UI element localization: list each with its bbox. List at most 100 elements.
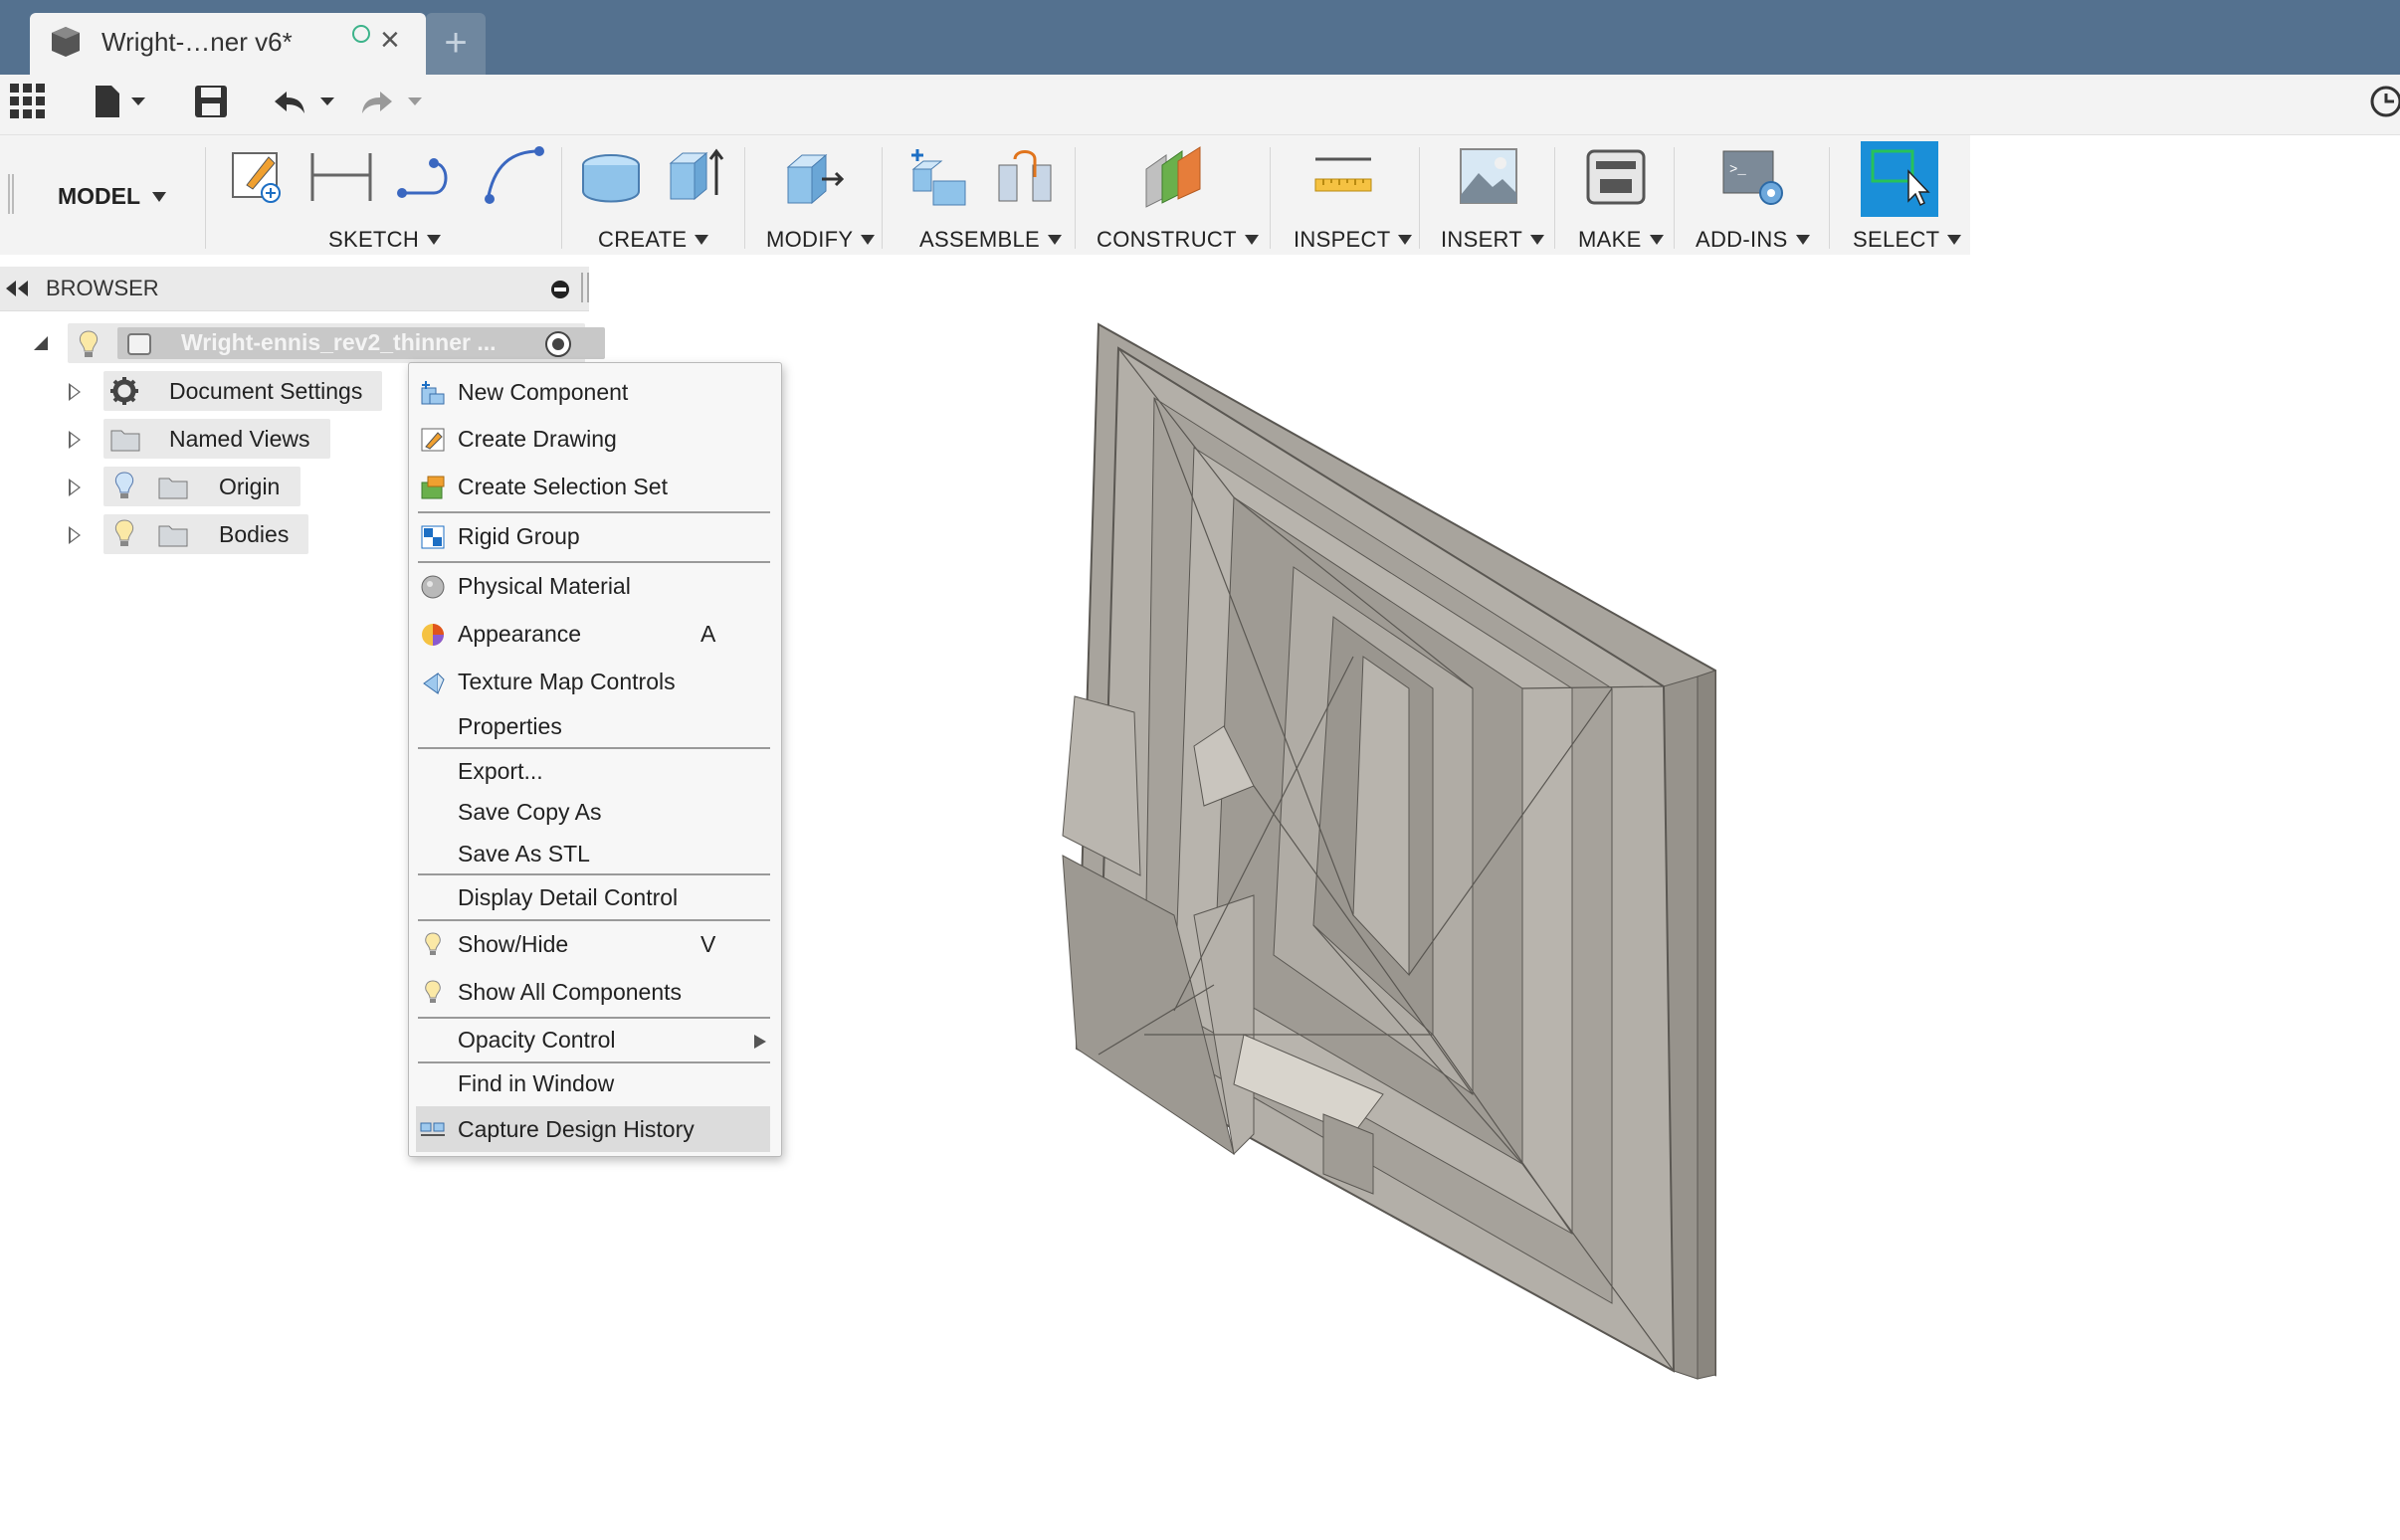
app-grid-icon[interactable] — [10, 84, 46, 119]
root-component-row[interactable]: Wright-ennis_rev2_thinner ... — [68, 323, 605, 363]
pin-panel-icon[interactable] — [581, 273, 589, 302]
select-label: SELECT — [1853, 227, 1940, 252]
menu-item-rigid-group[interactable]: Rigid Group — [416, 515, 770, 557]
collapse-root-icon[interactable] — [30, 332, 52, 354]
modify-menu[interactable]: MODIFY — [766, 227, 876, 253]
select-tool-button[interactable] — [1861, 141, 1938, 217]
make-menu[interactable]: MAKE — [1578, 227, 1664, 253]
menu-item-shortcut: A — [700, 621, 716, 647]
chevron-down-icon — [1530, 235, 1545, 245]
menu-item-appearance[interactable]: Appearance A — [416, 613, 770, 655]
press-pull-icon[interactable] — [782, 145, 848, 209]
inspect-label: INSPECT — [1294, 227, 1391, 252]
job-status-icon[interactable] — [2368, 84, 2400, 119]
menu-item-show-hide[interactable]: Show/Hide V — [416, 923, 770, 965]
menu-item-physical-material[interactable]: Physical Material — [416, 565, 770, 607]
chevron-down-icon — [695, 235, 709, 245]
component-icon — [127, 333, 151, 355]
insert-image-icon[interactable] — [1457, 145, 1520, 207]
workspace-label: MODEL — [58, 183, 141, 209]
sketch-menu[interactable]: SKETCH — [328, 227, 442, 253]
offset-plane-icon[interactable] — [1142, 145, 1206, 209]
3d-print-icon[interactable] — [1584, 147, 1648, 207]
joint-icon[interactable] — [993, 147, 1059, 207]
file-menu-icon[interactable] — [92, 84, 153, 119]
selection-set-icon — [421, 476, 445, 499]
select-menu[interactable]: SELECT — [1853, 227, 1962, 253]
construct-menu[interactable]: CONSTRUCT — [1097, 227, 1259, 253]
chevron-down-icon — [1398, 235, 1413, 245]
texture-map-icon — [423, 673, 445, 694]
redo-icon[interactable] — [360, 84, 430, 119]
folder-icon — [110, 430, 140, 452]
menu-item-label: Capture Design History — [458, 1116, 695, 1142]
menu-item-texture-map-controls[interactable]: Texture Map Controls — [416, 661, 770, 702]
menu-item-create-selection-set[interactable]: Create Selection Set — [416, 466, 770, 507]
chevron-down-icon — [1795, 235, 1810, 245]
spline-icon[interactable] — [482, 145, 547, 207]
menu-item-shortcut: V — [700, 931, 716, 957]
menu-item-create-drawing[interactable]: Create Drawing — [416, 418, 770, 460]
document-cube-icon — [52, 27, 80, 57]
document-tab[interactable]: Wright-…ner v6* × — [30, 13, 426, 75]
create-menu[interactable]: CREATE — [598, 227, 709, 253]
menu-item-label: Save As STL — [458, 841, 590, 866]
expand-bodies-icon[interactable] — [69, 526, 81, 544]
extrude-box-icon[interactable] — [665, 145, 724, 207]
activate-component-icon[interactable] — [543, 329, 573, 359]
create-sketch-icon[interactable] — [227, 147, 287, 207]
menu-item-export[interactable]: Export... — [416, 750, 770, 792]
menu-item-save-copy-as[interactable]: Save Copy As — [416, 791, 770, 833]
menu-item-properties[interactable]: Properties — [416, 705, 770, 747]
workspace-switcher[interactable]: MODEL — [58, 183, 167, 210]
assemble-menu[interactable]: ASSEMBLE — [919, 227, 1063, 253]
menu-item-capture-design-history[interactable]: Capture Design History — [416, 1106, 770, 1152]
tree-item-named-views[interactable]: Named Views — [103, 419, 330, 459]
undo-icon[interactable] — [273, 84, 342, 119]
new-component-icon[interactable] — [907, 145, 973, 209]
tree-item-document-settings[interactable]: Document Settings — [103, 371, 382, 411]
menu-item-label: Create Selection Set — [458, 474, 668, 499]
tree-item-origin[interactable]: Origin — [103, 467, 300, 506]
close-tab-icon[interactable]: × — [380, 23, 400, 57]
menu-item-label: Texture Map Controls — [458, 669, 676, 694]
menu-separator — [418, 873, 770, 875]
measure-icon[interactable] — [1311, 153, 1375, 197]
toolbar-grip[interactable] — [8, 174, 14, 214]
menu-item-display-detail-control[interactable]: Display Detail Control — [416, 876, 770, 918]
dimension-icon[interactable] — [308, 149, 374, 205]
addins-menu[interactable]: ADD-INS — [1696, 227, 1810, 253]
tree-item-bodies[interactable]: Bodies — [103, 514, 308, 554]
new-tab-button[interactable]: + — [426, 13, 486, 75]
scripts-addins-icon[interactable]: >_ — [1719, 147, 1787, 209]
chevron-down-icon — [427, 235, 442, 245]
menu-item-label: Physical Material — [458, 573, 631, 599]
extrude-cylinder-icon[interactable] — [579, 149, 643, 207]
line-icon[interactable] — [394, 149, 460, 205]
collapse-panel-icon[interactable] — [4, 279, 30, 298]
lightbulb-icon[interactable] — [113, 471, 135, 502]
menu-item-find-in-window[interactable]: Find in Window — [416, 1062, 770, 1104]
inspect-menu[interactable]: INSPECT — [1294, 227, 1413, 253]
tree-item-label: Origin — [219, 474, 281, 499]
expand-origin-icon[interactable] — [69, 479, 81, 496]
expand-named-views-icon[interactable] — [69, 431, 81, 449]
menu-item-label: Properties — [458, 713, 562, 739]
online-status-icon — [352, 25, 370, 43]
browser-minimize-icon[interactable] — [550, 280, 570, 299]
browser-title: BROWSER — [46, 276, 159, 300]
menu-item-new-component[interactable]: New Component — [416, 371, 770, 413]
lightbulb-icon[interactable] — [113, 518, 135, 550]
tab-title: Wright-…ner v6* — [101, 27, 293, 57]
model-viewport-mesh[interactable] — [1055, 318, 1731, 1383]
select-cursor-icon — [1871, 149, 1930, 207]
menu-item-opacity-control[interactable]: Opacity Control — [416, 1019, 770, 1060]
chevron-down-icon — [861, 235, 876, 245]
lightbulb-icon[interactable] — [78, 329, 100, 359]
menu-item-save-as-stl[interactable]: Save As STL — [416, 833, 770, 874]
insert-menu[interactable]: INSERT — [1441, 227, 1545, 253]
save-icon[interactable] — [193, 84, 229, 119]
expand-document-settings-icon[interactable] — [69, 383, 81, 401]
menu-item-show-all-components[interactable]: Show All Components — [416, 971, 770, 1013]
menu-separator — [418, 511, 770, 513]
